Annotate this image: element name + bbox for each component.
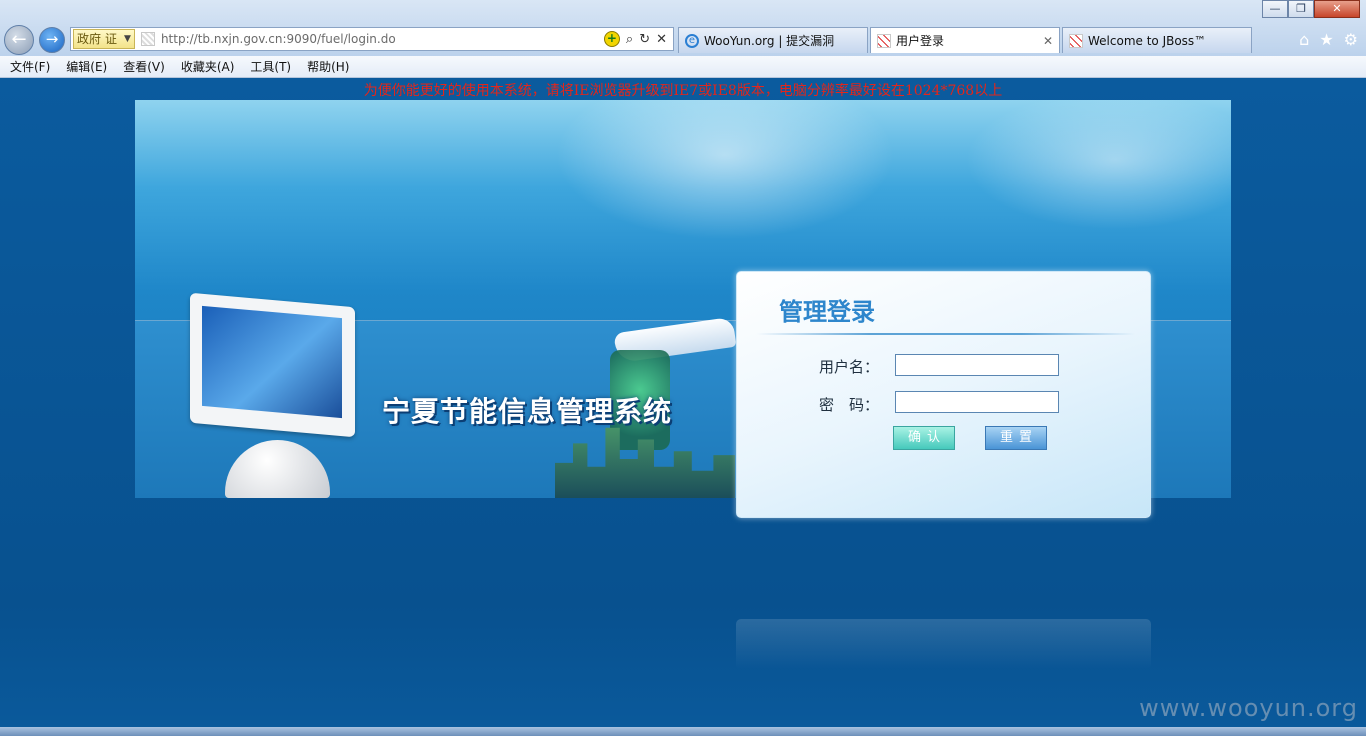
- username-input[interactable]: [895, 354, 1059, 376]
- home-icon[interactable]: ⌂: [1299, 30, 1309, 49]
- ie-icon: e: [685, 33, 699, 48]
- menu-tools[interactable]: 工具(T): [250, 58, 291, 75]
- cloud-decoration: [555, 100, 895, 240]
- menu-file[interactable]: 文件(F): [10, 58, 50, 75]
- gear-icon[interactable]: ⚙: [1344, 30, 1358, 49]
- url-field[interactable]: http://tb.nxjn.gov.cn:9090/fuel/login.do: [161, 32, 604, 46]
- compat-view-icon[interactable]: +: [603, 31, 620, 47]
- username-label: 用户名：: [819, 358, 880, 376]
- password-input[interactable]: [895, 391, 1059, 413]
- tab-strip: e WooYun.org | 提交漏洞 用户登录 ✕ Welcome to JB…: [678, 27, 1254, 53]
- page-icon: [877, 33, 891, 48]
- monitor-base: [225, 440, 330, 498]
- menu-favorites[interactable]: 收藏夹(A): [181, 58, 235, 75]
- confirm-button[interactable]: 确认: [893, 426, 955, 450]
- page-favicon-icon: [140, 32, 155, 46]
- arrow-right-icon: →: [45, 30, 59, 48]
- login-panel: 管理登录 用户名： 密 码： 确认 重置: [736, 271, 1151, 518]
- page-icon: [1069, 33, 1083, 48]
- tab-title: Welcome to JBoss™: [1088, 33, 1207, 48]
- address-bar-actions: + ⌕ ↻ ✕: [603, 31, 667, 47]
- cloud-decoration: [965, 100, 1231, 230]
- search-icon[interactable]: ⌕: [626, 32, 633, 47]
- window-controls: — ❐ ✕: [1262, 0, 1360, 18]
- address-bar[interactable]: 政府 证 ▼ http://tb.nxjn.gov.cn:9090/fuel/l…: [70, 27, 674, 51]
- chevron-down-icon: ▼: [124, 34, 131, 44]
- menu-bar: 文件(F) 编辑(E) 查看(V) 收藏夹(A) 工具(T) 帮助(H): [0, 56, 1366, 78]
- wooyun-watermark: www.wooyun.org: [1139, 694, 1358, 722]
- maximize-button[interactable]: ❐: [1288, 0, 1314, 18]
- certificate-label: 证: [105, 32, 118, 46]
- tab-title: 用户登录: [896, 34, 945, 48]
- system-title: 宁夏节能信息管理系统: [382, 395, 673, 428]
- menu-help[interactable]: 帮助(H): [307, 58, 349, 75]
- login-title: 管理登录: [779, 298, 875, 326]
- minimize-button[interactable]: —: [1262, 0, 1288, 18]
- windows-taskbar: [0, 727, 1366, 736]
- reset-button[interactable]: 重置: [985, 426, 1047, 450]
- tab-user-login[interactable]: 用户登录 ✕: [870, 27, 1060, 53]
- computer-monitor-illustration: [190, 292, 360, 498]
- menu-edit[interactable]: 编辑(E): [66, 58, 107, 75]
- close-tab-icon[interactable]: ✕: [1035, 34, 1053, 48]
- tab-jboss[interactable]: Welcome to JBoss™: [1062, 27, 1252, 53]
- panel-reflection: [736, 619, 1151, 669]
- page-content: 为便你能更好的使用本系统，请将IE浏览器升级到IE7或IE8版本，电脑分辨率最好…: [0, 79, 1366, 736]
- close-window-button[interactable]: ✕: [1314, 0, 1360, 18]
- forward-button[interactable]: →: [39, 27, 65, 53]
- browser-upgrade-notice: 为便你能更好的使用本系统，请将IE浏览器升级到IE7或IE8版本，电脑分辨率最好…: [363, 83, 1003, 99]
- favorites-star-icon[interactable]: ★: [1319, 30, 1333, 49]
- monitor-screen: [190, 292, 355, 438]
- title-divider: [757, 333, 1135, 335]
- command-icons: ⌂ ★ ⚙: [1299, 30, 1358, 49]
- stop-icon[interactable]: ✕: [656, 32, 667, 47]
- arrow-left-icon: ←: [11, 29, 27, 50]
- refresh-icon[interactable]: ↻: [639, 32, 650, 47]
- back-button[interactable]: ←: [4, 25, 34, 55]
- security-zone-badge[interactable]: 政府 证 ▼: [73, 29, 135, 49]
- tab-title: WooYun.org | 提交漏洞: [704, 34, 835, 48]
- tab-wooyun[interactable]: e WooYun.org | 提交漏洞: [678, 27, 868, 53]
- monitor-display: [202, 305, 342, 419]
- browser-toolbar: — ❐ ✕ ← → 政府 证 ▼ http://tb.nxjn.gov.cn:9…: [0, 0, 1366, 56]
- zone-label: 政府: [77, 32, 102, 46]
- menu-view[interactable]: 查看(V): [123, 58, 165, 75]
- password-label: 密 码：: [819, 396, 880, 414]
